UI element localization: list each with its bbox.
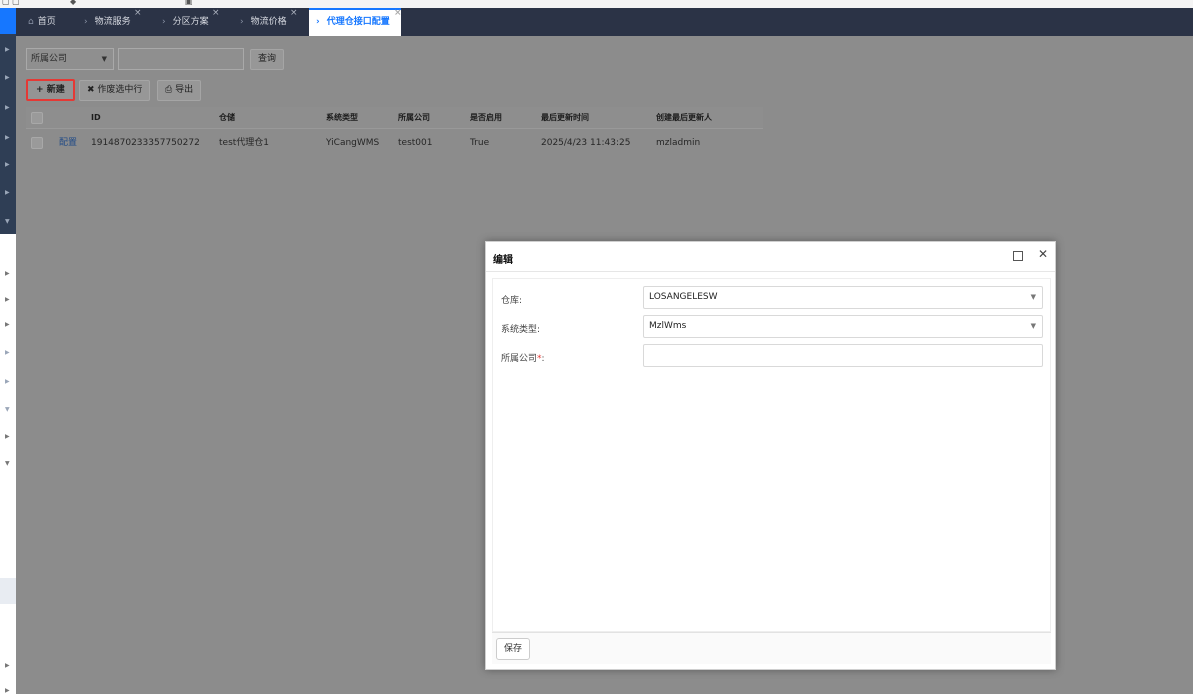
bookmark-item[interactable]: ◆ [70,0,76,6]
plus-icon: + [36,85,44,95]
close-icon[interactable]: × [394,1,402,26]
cell-system-type: YiCangWMS [326,138,380,148]
close-icon[interactable]: × [212,0,220,27]
close-icon[interactable]: × [134,0,142,27]
close-icon[interactable]: ✕ [1038,247,1048,261]
system-type-label: 系统类型: [501,325,541,335]
chevron-right-icon[interactable]: ▶ [5,349,10,356]
sidebar: ▶ ▶ ▶ ▶ ▶ ▶ ▼ ▶ ▶ ▶ ▶ ▶ ▼ ▶ ▼ ▶ ▶ [0,8,16,694]
cell-enabled: True [470,138,490,148]
chevron-right-icon[interactable]: ▶ [5,46,10,53]
column-header-enabled[interactable]: 是否启用 [470,107,502,129]
chevron-right-icon[interactable]: ▶ [5,161,10,168]
export-button[interactable]: ⎙ 导出 [157,80,202,101]
system-type-select[interactable]: MzlWms ▼ [643,315,1043,338]
bookmark-item[interactable]: ▢ ▢ [2,0,20,6]
tab-home[interactable]: ⌂ 首页 [28,8,56,36]
cell-updated-by: mzladmin [656,138,701,148]
cell-updated-at: 2025/4/23 11:43:25 [541,138,631,148]
tab-bar: ⌂ 首页 › 物流服务 × › 分区方案 × › 物流价格 × › 代理仓接口配置 × [16,8,1193,36]
column-header-company[interactable]: 所属公司 [398,107,430,129]
chevron-right-icon: › [162,17,166,27]
chevron-right-icon[interactable]: ▶ [5,378,10,385]
company-label: 所属公司*: [501,354,545,364]
dialog-body: 仓库: LOSANGELESW ▼ 系统类型: MzlWms ▼ 所属公司*: [492,278,1051,632]
company-filter-select[interactable]: 所属公司 ▼ [26,48,114,70]
chevron-right-icon[interactable]: ▶ [5,134,10,141]
chevron-right-icon[interactable]: ▶ [5,433,10,440]
dialog-header[interactable]: 编辑 ✕ [486,242,1055,272]
chevron-right-icon: › [316,17,320,27]
bookmark-item[interactable]: ▣ [185,0,193,6]
chevron-right-icon[interactable]: ▶ [5,189,10,196]
table-row[interactable]: 配置 1914870233357750272 test代理仓1 YiCangWM… [26,132,763,154]
chevron-down-icon[interactable]: ▼ [5,460,10,467]
cell-warehouse: test代理仓1 [219,138,270,148]
column-header-warehouse[interactable]: 仓储 [219,107,235,129]
warehouse-label: 仓库: [501,296,523,306]
close-icon[interactable]: × [290,0,298,27]
new-button[interactable]: + 新建 [26,79,75,101]
bookmark-bar: ▢ ▢ ◆ ▣ [0,0,1193,8]
column-header-updated-by[interactable]: 创建最后更新人 [656,107,712,129]
row-checkbox[interactable] [31,137,43,149]
chevron-right-icon[interactable]: ▶ [5,104,10,111]
chevron-down-icon: ▼ [101,55,107,63]
save-button[interactable]: 保存 [496,638,531,660]
warehouse-select[interactable]: LOSANGELESW ▼ [643,286,1043,309]
export-icon: ⎙ [165,85,173,95]
chevron-right-icon[interactable]: ▶ [5,74,10,81]
chevron-right-icon[interactable]: ▶ [5,662,10,669]
chevron-down-icon: ▼ [1030,322,1036,330]
tab-logistics-service[interactable]: › 物流服务 × [84,8,162,36]
maximize-icon[interactable] [1013,251,1023,261]
chevron-right-icon: › [84,17,88,27]
home-icon: ⌂ [28,17,34,27]
chevron-right-icon: › [240,17,244,27]
column-header-system-type[interactable]: 系统类型 [326,107,358,129]
sidebar-hover-item [0,578,16,604]
search-button[interactable]: 查询 [250,49,285,70]
tab-agent-warehouse-config[interactable]: › 代理仓接口配置 × [309,8,402,36]
chevron-down-icon[interactable]: ▼ [5,218,10,225]
config-link[interactable]: 配置 [59,132,77,154]
dialog-footer: 保存 [492,632,1051,664]
select-all-checkbox[interactable] [31,112,43,124]
column-header-id[interactable]: ID [91,107,101,129]
dialog-title: 编辑 [493,255,513,266]
tab-zone-plan[interactable]: › 分区方案 × [162,8,240,36]
sidebar-active-marker [0,8,16,34]
chevron-down-icon: ▼ [1030,293,1036,301]
company-input[interactable] [643,344,1043,367]
cell-id: 1914870233357750272 [91,138,200,148]
column-header-updated-at[interactable]: 最后更新时间 [541,107,589,129]
x-icon: ✖ [87,85,95,95]
chevron-right-icon[interactable]: ▶ [5,687,10,694]
chevron-right-icon[interactable]: ▶ [5,321,10,328]
chevron-down-icon[interactable]: ▼ [5,406,10,413]
void-selected-button[interactable]: ✖ 作废选中行 [79,80,151,101]
table-header: ID 仓储 系统类型 所属公司 是否启用 最后更新时间 创建最后更新人 [26,107,763,129]
chevron-right-icon[interactable]: ▶ [5,270,10,277]
company-filter-input[interactable] [118,48,244,70]
tab-logistics-price[interactable]: › 物流价格 × [240,8,318,36]
chevron-right-icon[interactable]: ▶ [5,296,10,303]
cell-company: test001 [398,138,433,148]
edit-dialog: 编辑 ✕ 仓库: LOSANGELESW ▼ 系统类型: MzlWms ▼ 所属… [485,241,1056,670]
